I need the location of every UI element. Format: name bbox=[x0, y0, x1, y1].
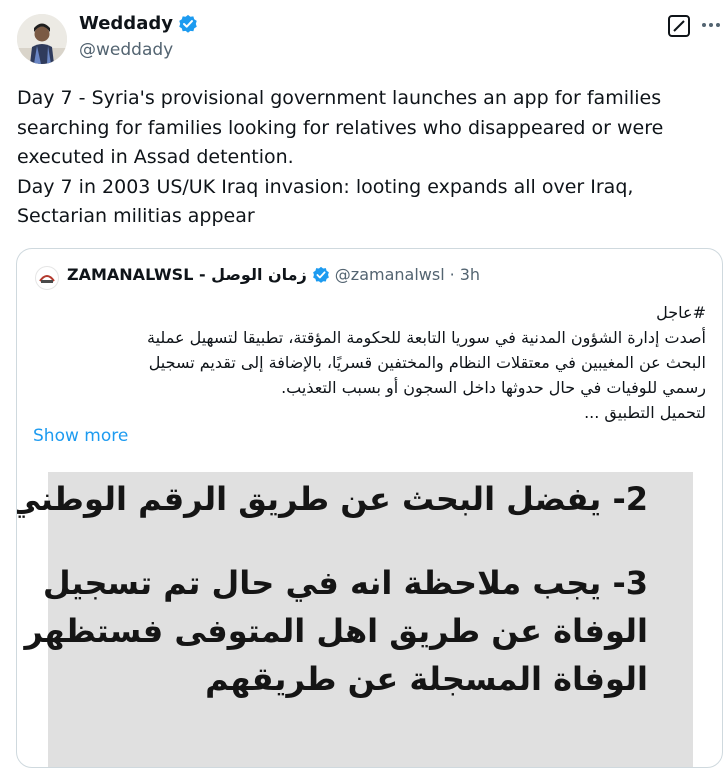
author-handle[interactable]: @weddady bbox=[79, 40, 173, 60]
more-horizontal-icon[interactable] bbox=[697, 10, 725, 40]
image-text-line: الوفاة عن طريق اهل المتوفى فستظهر bbox=[24, 612, 648, 650]
quoted-author-handle[interactable]: @zamanalwsl bbox=[335, 265, 445, 284]
quoted-header: ZAMANALWSL - زمان الوصل @zamanalwsl · 3h bbox=[67, 265, 480, 284]
verified-badge-icon bbox=[312, 266, 329, 283]
quoted-author-avatar[interactable] bbox=[35, 266, 59, 290]
author-name-text[interactable]: Weddady bbox=[79, 13, 173, 34]
tweet-text: Day 7 - Syria's provisional government l… bbox=[17, 87, 664, 227]
image-text-line: 2- يفضل البحث عن طريق الرقم الوطني bbox=[16, 480, 648, 518]
author-avatar[interactable] bbox=[17, 14, 67, 64]
verified-badge-icon bbox=[179, 14, 197, 33]
meta-separator: · bbox=[449, 265, 455, 284]
quoted-tweet[interactable]: ZAMANALWSL - زمان الوصل @zamanalwsl · 3h… bbox=[16, 248, 723, 768]
quoted-timestamp[interactable]: 3h bbox=[460, 265, 480, 284]
image-text-line: الوفاة المسجلة عن طريقهم bbox=[205, 660, 648, 698]
quoted-text: #عاجل أصدت إدارة الشؤون المدنية في سوريا… bbox=[146, 303, 706, 422]
author-name[interactable]: Weddady bbox=[79, 13, 198, 34]
quoted-media-image[interactable]: 2- يفضل البحث عن طريق الرقم الوطني 3- يج… bbox=[17, 472, 693, 767]
quoted-author-name[interactable]: ZAMANALWSL - زمان الوصل bbox=[67, 265, 307, 284]
grok-icon[interactable] bbox=[668, 15, 690, 37]
image-text-line: 3- يجب ملاحظة انه في حال تم تسجيل bbox=[42, 564, 648, 602]
show-more-link[interactable]: Show more bbox=[33, 426, 128, 446]
